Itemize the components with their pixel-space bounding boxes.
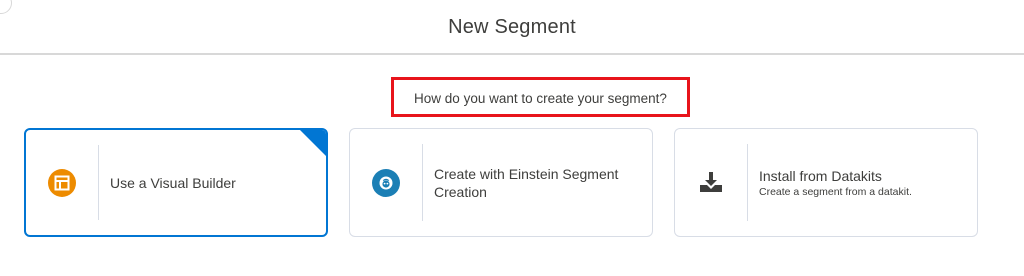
option-text: Create with Einstein Segment Creation (434, 129, 638, 236)
modal-title: New Segment (448, 16, 576, 38)
creation-question: How do you want to create your segment? (414, 90, 667, 106)
option-text: Use a Visual Builder (110, 130, 312, 235)
option-visual-builder[interactable]: Use a Visual Builder (24, 128, 328, 237)
option-divider (98, 145, 99, 220)
option-label: Install from Datakits (759, 168, 882, 184)
option-einstein-segment-creation[interactable]: Create with Einstein Segment Creation (349, 128, 653, 237)
question-highlight-box: How do you want to create your segment? (391, 77, 690, 117)
option-divider (747, 144, 748, 221)
option-icon-wrap (26, 130, 98, 235)
einstein-icon (372, 168, 400, 197)
option-install-from-datakits[interactable]: Install from Datakits Create a segment f… (674, 128, 978, 237)
option-label: Use a Visual Builder (110, 174, 236, 191)
option-divider (422, 144, 423, 221)
download-icon (700, 171, 722, 192)
layout-icon (48, 168, 76, 197)
option-label: Create with Einstein Segment Creation (434, 165, 619, 200)
modal-header: New Segment (0, 0, 1024, 55)
option-icon-wrap (675, 129, 747, 236)
new-segment-modal: New Segment How do you want to create yo… (0, 0, 1024, 276)
option-text: Install from Datakits Create a segment f… (759, 129, 963, 236)
option-subtitle: Create a segment from a datakit. (759, 186, 912, 198)
option-icon-wrap (350, 129, 422, 236)
